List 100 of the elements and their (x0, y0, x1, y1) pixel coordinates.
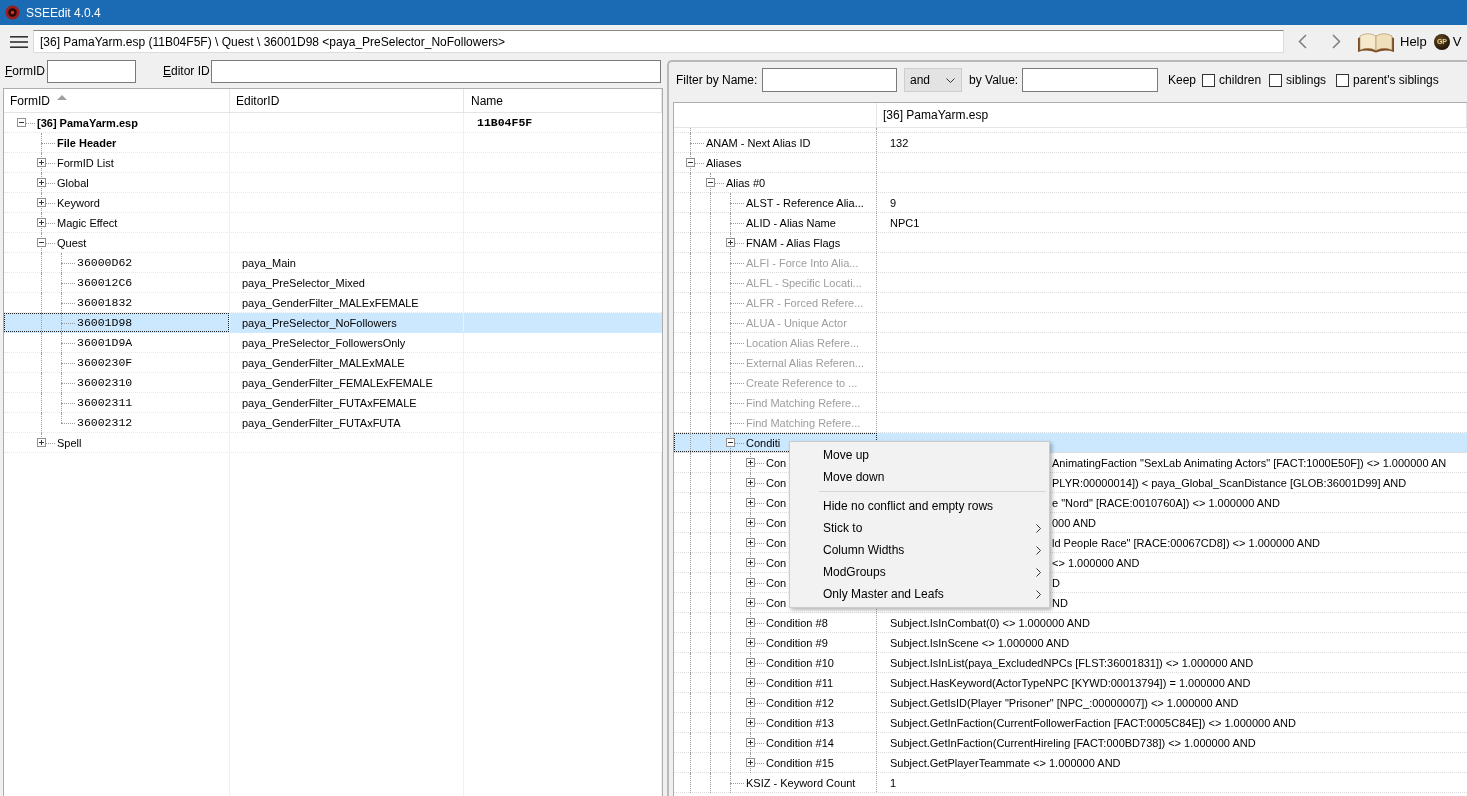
plus-box-icon[interactable] (725, 238, 735, 247)
plus-box-icon[interactable] (36, 158, 46, 167)
tree-row[interactable]: Global (4, 173, 662, 193)
record-row[interactable]: Condition #13 Subject.GetInFaction(CurrentFollowerFaction [FACT:0005C84E]) <> 1.000000 AND (674, 713, 1467, 733)
editor-id-filter-field[interactable] (211, 59, 661, 83)
node-label: Quest (57, 236, 87, 249)
field-label: Editor ID (163, 64, 211, 78)
record-row[interactable]: Condition #12 Subject.GetIsID(Player "Prisoner" [NPC_:00000007]) <> 1.000000 AND (674, 693, 1467, 713)
record-row[interactable]: Condition #8 Subject.IsInCombat(0) <> 1.000000 AND (674, 613, 1467, 633)
field-value: ld People Race" [RACE:00067CD8]) <> 1.000000 AND (1052, 536, 1321, 549)
operator-dropdown[interactable]: and (904, 68, 962, 92)
plus-box-icon[interactable] (36, 438, 46, 447)
tree-row[interactable]: 3600230F paya_GenderFilter_MALExMALE (4, 353, 662, 373)
tree-row[interactable]: 36002311 paya_GenderFilter_FUTAxFEMALE (4, 393, 662, 413)
editor-id-text: paya_GenderFilter_FEMALExFEMALE (242, 376, 433, 389)
tree-row[interactable]: 360012C6 paya_PreSelector_Mixed (4, 273, 662, 293)
field-label: Condition #12 (766, 696, 834, 709)
record-row[interactable]: Condition #11 Subject.HasKeyword(ActorTypeNPC [KYWD:00013794]) = 1.000000 AND (674, 673, 1467, 693)
plus-box-icon[interactable] (745, 598, 755, 607)
menu-icon[interactable] (10, 35, 28, 48)
editor-id-text: paya_GenderFilter_MALExMALE (242, 356, 405, 369)
tree-row[interactable]: [36] PamaYarm.esp 11B04F5F (4, 113, 662, 133)
tree-row[interactable]: 36002310 paya_GenderFilter_FEMALExFEMALE (4, 373, 662, 393)
field-label: ALFI - Force Into Alia... (746, 256, 859, 269)
tree-row[interactable]: File Header (4, 133, 662, 153)
plus-box-icon[interactable] (745, 738, 755, 747)
chevron-left-icon[interactable] (1298, 34, 1307, 49)
plus-box-icon[interactable] (745, 458, 755, 467)
column-header[interactable]: [36] PamaYarm.esp (877, 103, 1467, 127)
record-row[interactable]: FNAM - Alias Flags (674, 233, 1467, 253)
field-label: KSIZ - Keyword Count (746, 776, 856, 789)
minus-box-icon[interactable] (36, 238, 46, 247)
record-row[interactable]: Condition #15 Subject.GetPlayerTeammate <> 1.000000 AND (674, 753, 1467, 773)
plus-box-icon[interactable] (745, 718, 755, 727)
record-row[interactable]: Condition #14 Subject.GetInFaction(CurrentHireling [FACT:000BD738]) <> 1.000000 AND (674, 733, 1467, 753)
field-label: Con (766, 496, 787, 509)
field-value: ND (1052, 596, 1068, 609)
node-label: Keyword (57, 196, 100, 209)
checkbox-label[interactable]: siblings (1286, 73, 1327, 87)
plus-box-icon[interactable] (745, 518, 755, 527)
field-label: Find Matching Refere... (746, 396, 861, 409)
minus-box-icon[interactable] (725, 438, 735, 447)
record-row[interactable]: ANAM - Next Alias ID 132 (674, 133, 1467, 153)
minus-box-icon[interactable] (685, 158, 695, 167)
checkbox[interactable] (1202, 73, 1216, 87)
checkbox[interactable] (1269, 73, 1283, 87)
chevron-right-icon[interactable] (1332, 34, 1341, 49)
field-label: Condition #13 (766, 716, 834, 729)
formid-filter-field[interactable] (47, 59, 136, 83)
checkbox-label[interactable]: children (1219, 73, 1262, 87)
field-label: ANAM - Next Alias ID (706, 136, 811, 149)
checkbox-label[interactable]: parent's siblings (1353, 73, 1439, 87)
tree-row[interactable]: Quest (4, 233, 662, 253)
tree-row[interactable]: FormID List (4, 153, 662, 173)
plus-box-icon[interactable] (745, 478, 755, 487)
plus-box-icon[interactable] (745, 618, 755, 627)
plus-box-icon[interactable] (36, 178, 46, 187)
help-button[interactable]: Help (1357, 30, 1427, 53)
minus-box-icon[interactable] (705, 178, 715, 187)
plus-box-icon[interactable] (745, 498, 755, 507)
toolbar-label[interactable]: V (1452, 34, 1462, 49)
plus-box-icon[interactable] (745, 758, 755, 767)
value-filter-field[interactable] (1022, 68, 1158, 92)
plus-box-icon[interactable] (745, 678, 755, 687)
tree-row[interactable]: 36002312 paya_GenderFilter_FUTAxFUTA (4, 413, 662, 433)
plus-box-icon[interactable] (36, 198, 46, 207)
column-header[interactable]: Name (464, 89, 662, 112)
minus-box-icon[interactable] (16, 118, 26, 127)
plus-box-icon[interactable] (36, 218, 46, 227)
tree-row[interactable]: 36000D62 paya_Main (4, 253, 662, 273)
tree-row[interactable]: 36001D9A paya_PreSelector_FollowersOnly (4, 333, 662, 353)
field-value: 000 AND (1052, 516, 1097, 529)
plus-box-icon[interactable] (745, 578, 755, 587)
name-filter-field[interactable] (762, 68, 897, 92)
record-row[interactable]: Condition #9 Subject.IsInScene <> 1.000000 AND (674, 633, 1467, 653)
field-label: ALID - Alias Name (746, 216, 836, 229)
plus-box-icon[interactable] (745, 538, 755, 547)
column-header[interactable]: EditorID (230, 89, 464, 112)
record-row[interactable]: ALST - Reference Alia... 9 (674, 193, 1467, 213)
path-field[interactable]: [36] PamaYarm.esp (11B04F5F) \ Quest \ 36001D98 <paya_PreSelector_NoFollowers> (33, 30, 1284, 53)
tree-row[interactable]: Keyword (4, 193, 662, 213)
field-label: Filter by Name: (676, 73, 759, 87)
record-row[interactable]: ALID - Alias Name NPC1 (674, 213, 1467, 233)
tree-row[interactable]: Spell (4, 433, 662, 453)
record-row[interactable]: Condition #10 Subject.IsInList(paya_ExcludedNPCs [FLST:36001831]) <> 1.000000 AND (674, 653, 1467, 673)
record-row[interactable]: Aliases (674, 153, 1467, 173)
plus-box-icon[interactable] (745, 658, 755, 667)
record-row[interactable]: Alias #0 (674, 173, 1467, 193)
tree-row[interactable]: 36001D98 paya_PreSelector_NoFollowers (4, 313, 662, 333)
tree-row[interactable]: Magic Effect (4, 213, 662, 233)
plus-box-icon[interactable] (745, 558, 755, 567)
field-label: Find Matching Refere... (746, 416, 861, 429)
plus-box-icon[interactable] (745, 698, 755, 707)
name-text: 11B04F5F (477, 116, 533, 129)
record-row[interactable]: KSIZ - Keyword Count 1 (674, 773, 1467, 793)
field-label: Condition #9 (766, 636, 828, 649)
checkbox[interactable] (1336, 73, 1350, 87)
plus-box-icon[interactable] (745, 638, 755, 647)
field-value: Subject.IsInCombat(0) <> 1.000000 AND (890, 616, 1090, 629)
column-header[interactable]: FormID (4, 89, 230, 112)
